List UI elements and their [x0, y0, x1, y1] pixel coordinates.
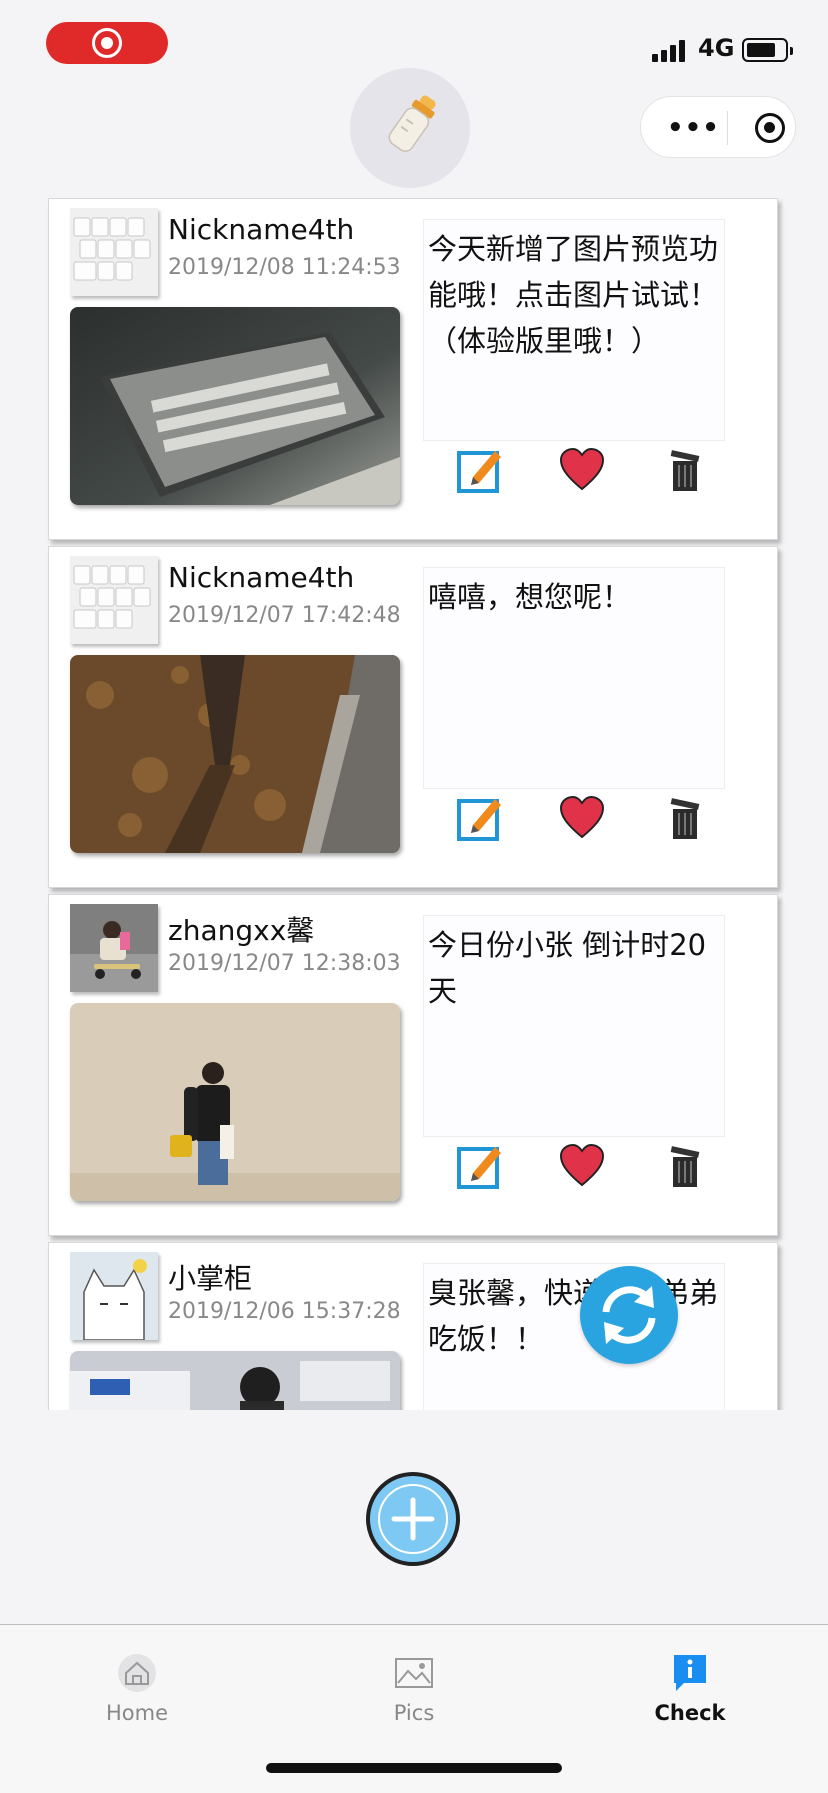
edit-icon: [457, 799, 501, 841]
screen-recording-indicator[interactable]: [46, 22, 168, 64]
like-button[interactable]: [557, 793, 607, 843]
post-photo[interactable]: [70, 1003, 400, 1201]
app-logo: [350, 68, 470, 188]
heart-icon: [559, 447, 605, 491]
signal-icon: [652, 38, 692, 62]
classroom-photo: [70, 1351, 400, 1410]
nickname: zhangxx馨: [168, 914, 315, 947]
heart-icon: [559, 1143, 605, 1187]
post-text: 今天新增了图片预览功能哦！点击图片试试！（体验版里哦！）: [428, 232, 719, 358]
avatar[interactable]: [70, 208, 158, 296]
post-time: 2019/12/07 17:42:48: [168, 603, 401, 628]
trash-icon: [670, 450, 700, 491]
post-time: 2019/12/07 12:38:03: [168, 951, 401, 976]
nickname: Nickname4th: [168, 561, 355, 594]
avatar[interactable]: [70, 556, 158, 644]
tab-check[interactable]: Check: [620, 1639, 760, 1729]
post-photo[interactable]: [70, 307, 400, 505]
image-icon: [395, 1658, 433, 1688]
add-post-button[interactable]: [366, 1472, 460, 1566]
like-button[interactable]: [557, 445, 607, 495]
more-icon[interactable]: •••: [667, 113, 720, 143]
refresh-icon: [602, 1286, 656, 1344]
tab-pics[interactable]: Pics: [344, 1639, 484, 1729]
post-text-box: 嘻嘻，想您呢！: [423, 567, 725, 789]
edit-button[interactable]: [455, 793, 505, 843]
scooter-kid-avatar-image: [70, 904, 158, 992]
heart-icon: [559, 795, 605, 839]
delete-button[interactable]: [661, 793, 711, 843]
home-icon: [118, 1654, 156, 1692]
trash-icon: [670, 798, 700, 839]
post-card: Nickname4th 2019/12/08 11:24:53 今天新增了图片预…: [48, 198, 778, 540]
tab-label: Pics: [393, 1701, 435, 1725]
post-card: Nickname4th 2019/12/07 17:42:48 嘻嘻，想您呢！: [48, 546, 778, 888]
info-icon: [674, 1655, 706, 1691]
edit-button[interactable]: [455, 445, 505, 495]
keyboard-photo: [70, 307, 400, 505]
post-text: 今日份小张 倒计时20天: [428, 928, 707, 1008]
delete-button[interactable]: [661, 1141, 711, 1191]
tab-label: Home: [105, 1701, 168, 1725]
plus-icon: [378, 1484, 448, 1554]
post-time: 2019/12/06 15:37:28: [168, 1299, 401, 1324]
post-text-box: 今天新增了图片预览功能哦！点击图片试试！（体验版里哦！）: [423, 219, 725, 441]
post-photo[interactable]: [70, 1351, 400, 1410]
post-text: 臭张馨，快递要请弟弟吃饭！！: [428, 1276, 719, 1356]
delete-button[interactable]: [661, 445, 711, 495]
edit-icon: [457, 451, 501, 493]
trash-icon: [670, 1146, 700, 1187]
post-time: 2019/12/08 11:24:53: [168, 255, 401, 280]
post-text-box: 臭张馨，快递要请弟弟吃饭！！: [423, 1263, 725, 1410]
post-card: zhangxx馨 2019/12/07 12:38:03 今日份小张 倒计时20…: [48, 894, 778, 1236]
home-indicator: [266, 1763, 562, 1773]
edit-button[interactable]: [455, 1141, 505, 1191]
battery-icon: [742, 38, 793, 62]
edit-icon: [457, 1147, 501, 1189]
baby-bottle-icon: [388, 95, 436, 152]
keyboard-avatar-image: [70, 208, 158, 296]
nickname: 小掌柜: [168, 1262, 253, 1295]
avatar[interactable]: [70, 904, 158, 992]
cartoon-cat-avatar-image: [70, 1252, 158, 1340]
mini-program-capsule: •••: [640, 96, 796, 158]
tab-home[interactable]: Home: [67, 1639, 207, 1729]
post-feed[interactable]: Nickname4th 2019/12/08 11:24:53 今天新增了图片预…: [0, 180, 828, 1410]
post-text-box: 今日份小张 倒计时20天: [423, 915, 725, 1137]
post-text: 嘻嘻，想您呢！: [428, 580, 632, 614]
post-photo[interactable]: [70, 655, 400, 853]
girl-wall-photo: [70, 1003, 400, 1201]
nickname: Nickname4th: [168, 213, 355, 246]
like-button[interactable]: [557, 1141, 607, 1191]
leaves-shadow-photo: [70, 655, 400, 853]
refresh-button[interactable]: [580, 1266, 678, 1364]
avatar[interactable]: [70, 1252, 158, 1340]
tab-label: Check: [654, 1701, 726, 1725]
close-target-icon[interactable]: [755, 113, 785, 143]
network-type: 4G: [698, 34, 735, 62]
keyboard-avatar-image: [70, 556, 158, 644]
